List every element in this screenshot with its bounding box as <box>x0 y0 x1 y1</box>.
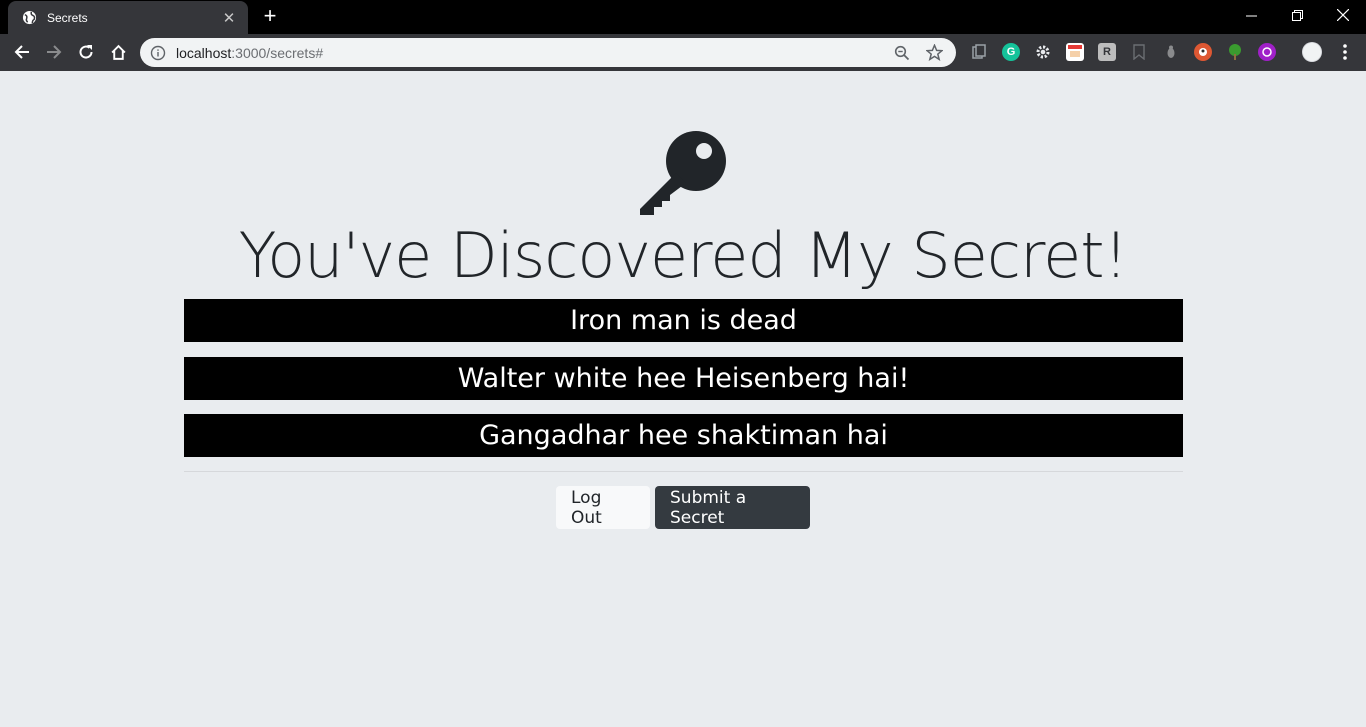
tab-close-icon[interactable]: ✕ <box>220 9 238 27</box>
key-icon <box>640 131 726 215</box>
secrets-list: Iron man is dead Walter white hee Heisen… <box>184 299 1183 472</box>
page-title: You've Discovered My Secret! <box>238 219 1129 292</box>
minimize-icon[interactable] <box>1228 0 1274 30</box>
bug-extension-icon[interactable] <box>1162 43 1180 61</box>
gear-extension-icon[interactable] <box>1034 43 1052 61</box>
close-window-icon[interactable] <box>1320 0 1366 30</box>
calendar-extension-icon[interactable] <box>1066 43 1084 61</box>
secret-item: Iron man is dead <box>184 299 1183 342</box>
back-icon[interactable] <box>8 38 36 66</box>
bookmark-star-icon[interactable] <box>922 41 946 65</box>
forward-icon[interactable] <box>40 38 68 66</box>
submit-secret-button[interactable]: Submit a Secret <box>655 486 810 529</box>
reader-extension-icon[interactable]: R <box>1098 43 1116 61</box>
home-icon[interactable] <box>104 38 132 66</box>
browser-toolbar: localhost:3000/secrets# G R <box>0 34 1366 71</box>
restore-icon[interactable] <box>1274 0 1320 30</box>
tree-extension-icon[interactable] <box>1226 43 1244 61</box>
secret-item: Walter white hee Heisenberg hai! <box>184 356 1183 400</box>
divider <box>184 471 1183 472</box>
browser-tab[interactable]: Secrets ✕ <box>8 1 248 34</box>
button-group: Log Out Submit a Secret <box>0 486 1366 529</box>
url-text[interactable]: localhost:3000/secrets# <box>176 45 882 61</box>
secret-item: Gangadhar hee shaktiman hai <box>184 414 1183 457</box>
logout-button[interactable]: Log Out <box>556 486 650 529</box>
address-bar[interactable]: localhost:3000/secrets# <box>140 38 956 67</box>
globe-icon <box>21 10 37 26</box>
extension-pages-icon[interactable] <box>970 43 988 61</box>
browser-tab-bar: Secrets ✕ + <box>0 0 1366 34</box>
purple-extension-icon[interactable] <box>1258 43 1276 61</box>
grammarly-icon[interactable]: G <box>1002 43 1020 61</box>
reload-icon[interactable] <box>72 38 100 66</box>
zoom-icon[interactable] <box>890 41 914 65</box>
menu-dots-icon[interactable] <box>1336 43 1354 61</box>
tab-title: Secrets <box>47 10 88 25</box>
duckduckgo-icon[interactable] <box>1194 43 1212 61</box>
new-tab-button[interactable]: + <box>258 5 282 29</box>
url-path: :3000/secrets# <box>231 44 324 61</box>
page-content: You've Discovered My Secret! Iron man is… <box>0 71 1366 727</box>
url-host: localhost <box>176 44 232 61</box>
profile-avatar-icon[interactable] <box>1302 42 1322 62</box>
bookmark-extension-icon[interactable] <box>1130 43 1148 61</box>
info-icon[interactable] <box>150 45 166 61</box>
